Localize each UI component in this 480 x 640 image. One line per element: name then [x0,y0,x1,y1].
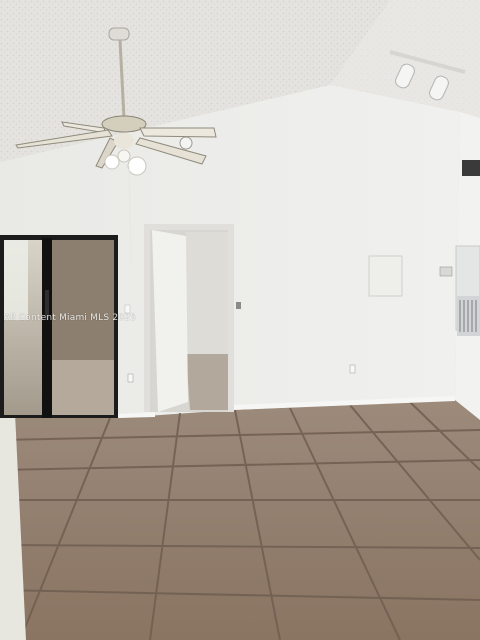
electrical-panel [368,255,403,297]
room-photo: All Content Miami MLS 2025 [0,0,480,640]
thermostat[interactable] [439,266,453,277]
door-knob-icon[interactable] [236,302,241,309]
smoke-detector [179,136,193,150]
light-switch[interactable] [124,304,131,314]
wall-vent-top [462,160,480,176]
wall-outlet-2 [349,364,356,374]
interior-door[interactable] [144,224,241,412]
sliding-glass-door[interactable] [0,235,118,418]
wall-outlet [127,373,134,383]
mls-watermark: All Content Miami MLS 2025 [4,313,137,323]
